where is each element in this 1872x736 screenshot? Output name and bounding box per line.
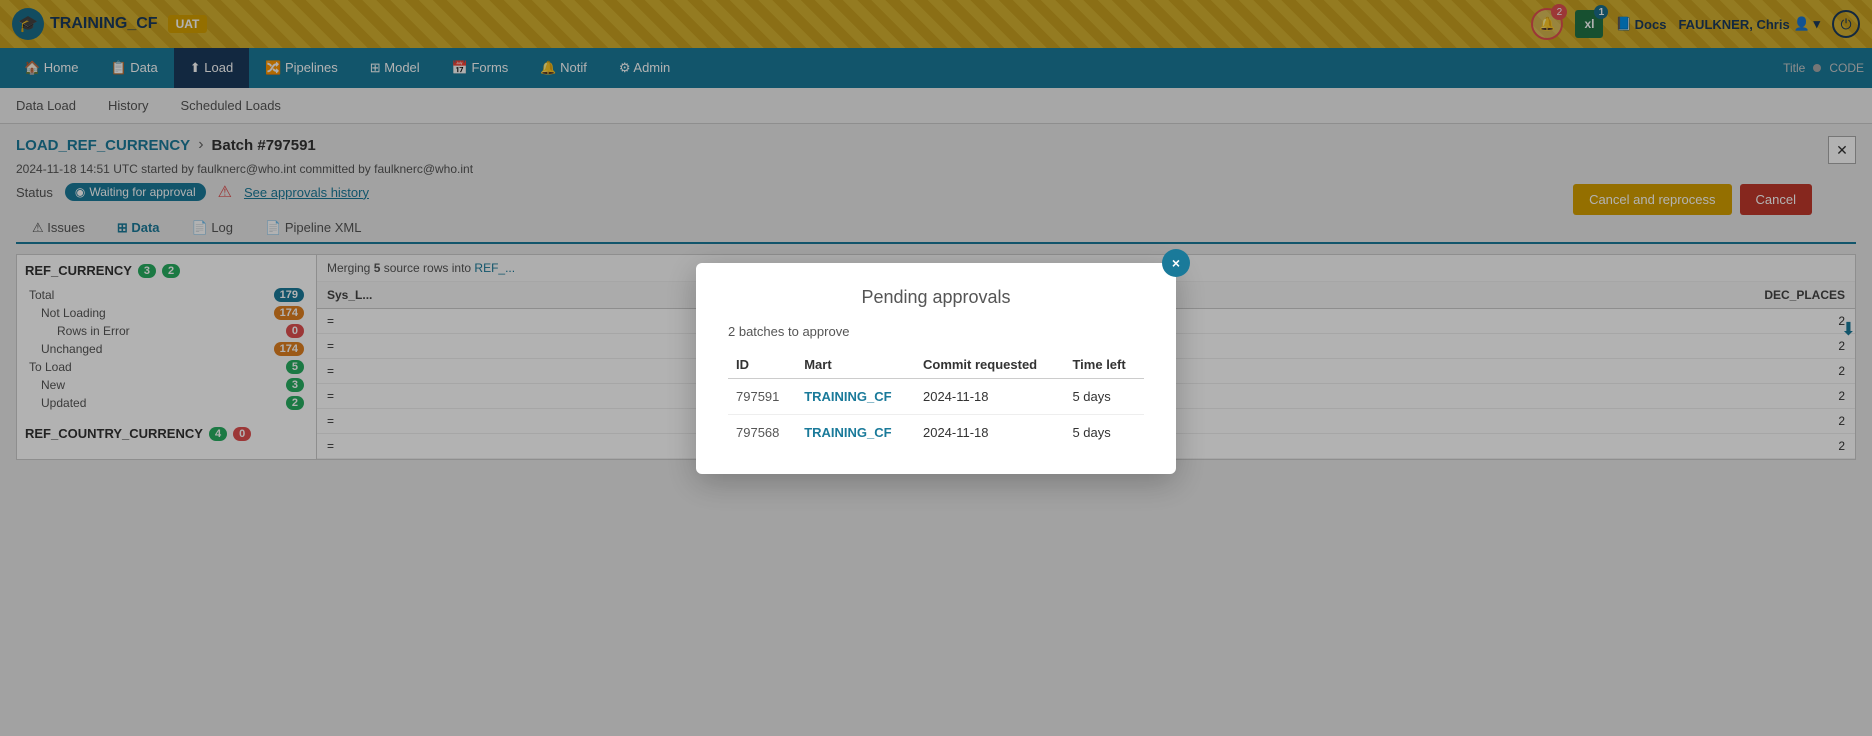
modal-title: Pending approvals [728, 287, 1144, 308]
col-id: ID [728, 351, 796, 379]
approval-commit: 2024-11-18 [915, 414, 1064, 450]
approval-commit: 2024-11-18 [915, 378, 1064, 414]
modal-overlay: × Pending approvals 2 batches to approve… [0, 0, 1872, 736]
approval-row[interactable]: 797568 TRAINING_CF 2024-11-18 5 days [728, 414, 1144, 450]
modal-close-button[interactable]: × [1162, 249, 1190, 277]
modal-subtitle: 2 batches to approve [728, 324, 1144, 339]
pending-approvals-modal: × Pending approvals 2 batches to approve… [696, 263, 1176, 474]
approval-time-left: 5 days [1064, 378, 1144, 414]
col-commit: Commit requested [915, 351, 1064, 379]
approvals-table: ID Mart Commit requested Time left 79759… [728, 351, 1144, 450]
approval-time-left: 5 days [1064, 414, 1144, 450]
approval-row[interactable]: 797591 TRAINING_CF 2024-11-18 5 days [728, 378, 1144, 414]
approval-id: 797591 [728, 378, 796, 414]
approval-mart: TRAINING_CF [796, 378, 915, 414]
col-mart: Mart [796, 351, 915, 379]
col-time-left: Time left [1064, 351, 1144, 379]
approval-id: 797568 [728, 414, 796, 450]
approval-mart: TRAINING_CF [796, 414, 915, 450]
